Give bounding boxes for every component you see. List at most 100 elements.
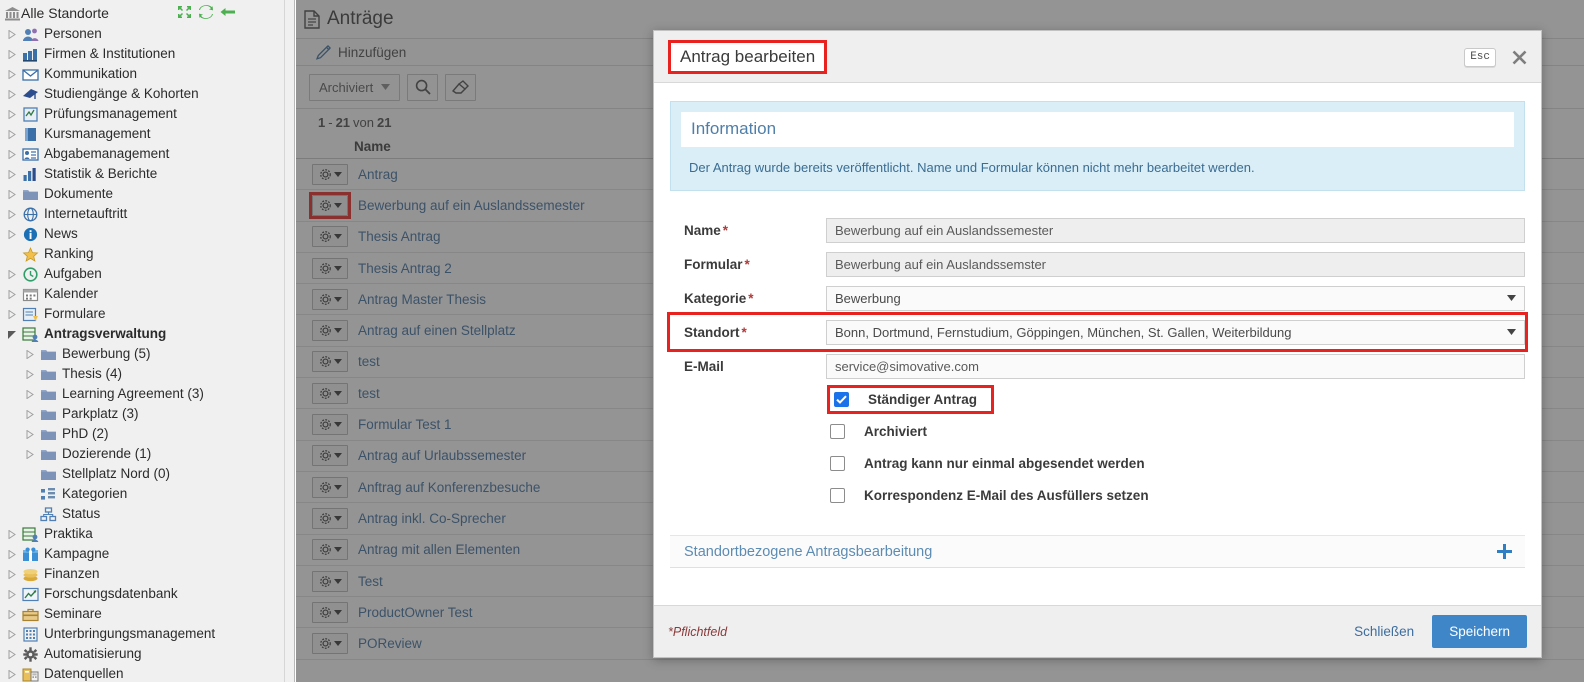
sidebar-item-personen[interactable]: Personen [0, 24, 284, 44]
row-name-link[interactable]: Antrag Master Thesis [358, 292, 486, 307]
row-actions-menu[interactable] [312, 163, 348, 185]
sidebar-item-kalender[interactable]: Kalender [0, 284, 284, 304]
row-gear-button[interactable] [312, 476, 348, 498]
row-actions-menu[interactable] [312, 382, 348, 404]
sidebar-root-item[interactable]: Alle Standorte [0, 2, 284, 24]
row-gear-button[interactable] [312, 633, 348, 655]
close-icon[interactable] [1512, 50, 1527, 65]
row-actions-menu[interactable] [312, 257, 348, 279]
chevron-right-icon[interactable] [4, 129, 20, 139]
chevron-right-icon[interactable] [22, 369, 38, 379]
row-actions-menu[interactable] [312, 226, 348, 248]
archived-filter-dropdown[interactable]: Archiviert [309, 73, 401, 101]
checkbox-korrespondenz-e-mail-des-ausf-llers-setzen[interactable]: Korrespondenz E-Mail des Ausfüllers setz… [830, 487, 1149, 503]
clear-filter-button[interactable] [445, 73, 477, 101]
sidebar-item-unterbringungsmanagement[interactable]: Unterbringungsmanagement [0, 624, 284, 644]
sidebar-item-kategorien[interactable]: Kategorien [0, 484, 284, 504]
sidebar-item-forschungsdatenbank[interactable]: Forschungsdatenbank [0, 584, 284, 604]
chevron-right-icon[interactable] [22, 429, 38, 439]
field-select[interactable]: Bonn, Dortmund, Fernstudium, Göppingen, … [826, 319, 1525, 345]
chevron-down-icon[interactable] [4, 330, 20, 339]
row-actions-menu[interactable] [312, 288, 348, 310]
chevron-right-icon[interactable] [4, 589, 20, 599]
sidebar-item-automatisierung[interactable]: Automatisierung [0, 644, 284, 664]
sidebar-item-news[interactable]: News [0, 224, 284, 244]
row-gear-button[interactable] [312, 445, 348, 467]
sidebar-item-kursmanagement[interactable]: Kursmanagement [0, 124, 284, 144]
row-actions-menu[interactable] [312, 570, 348, 592]
chevron-right-icon[interactable] [4, 209, 20, 219]
sidebar-item-pr-fungsmanagement[interactable]: Prüfungsmanagement [0, 104, 284, 124]
checkbox-checked-icon[interactable] [834, 391, 849, 407]
chevron-right-icon[interactable] [4, 89, 20, 99]
sidebar-item-internetauftritt[interactable]: Internetauftritt [0, 204, 284, 224]
row-gear-button[interactable] [312, 194, 348, 216]
refresh-icon[interactable] [198, 5, 214, 19]
row-actions-menu[interactable] [312, 445, 348, 467]
row-name-link[interactable]: Antrag [358, 167, 398, 182]
row-actions-menu[interactable] [312, 539, 348, 561]
row-gear-button[interactable] [312, 351, 348, 373]
chevron-right-icon[interactable] [4, 529, 20, 539]
row-gear-button[interactable] [312, 288, 348, 310]
row-name-link[interactable]: test [358, 386, 380, 401]
sidebar-item-stellplatz-nord-0[interactable]: Stellplatz Nord (0) [0, 464, 284, 484]
back-arrow-icon[interactable] [220, 6, 236, 18]
row-name-link[interactable]: test [358, 354, 380, 369]
row-actions-menu[interactable] [312, 351, 348, 373]
row-gear-button[interactable] [312, 382, 348, 404]
row-name-link[interactable]: POReview [358, 636, 422, 651]
search-button[interactable] [407, 73, 439, 101]
sidebar-item-firmen-institutionen[interactable]: Firmen & Institutionen [0, 44, 284, 64]
checkbox-antrag-kann-nur-einmal-abgesendet-werden[interactable]: Antrag kann nur einmal abgesendet werden [830, 455, 1145, 471]
chevron-right-icon[interactable] [4, 269, 20, 279]
sidebar-item-seminare[interactable]: Seminare [0, 604, 284, 624]
row-name-link[interactable]: ProductOwner Test [358, 605, 473, 620]
chevron-right-icon[interactable] [22, 389, 38, 399]
chevron-right-icon[interactable] [4, 629, 20, 639]
sidebar-item-kommunikation[interactable]: Kommunikation [0, 64, 284, 84]
row-name-link[interactable]: Formular Test 1 [358, 417, 452, 432]
row-name-link[interactable]: Test [358, 574, 383, 589]
chevron-right-icon[interactable] [4, 609, 20, 619]
row-actions-menu[interactable] [312, 507, 348, 529]
checkbox-archiviert[interactable]: Archiviert [830, 423, 927, 439]
sidebar-item-thesis-4[interactable]: Thesis (4) [0, 364, 284, 384]
chevron-right-icon[interactable] [4, 189, 20, 199]
sidebar-item-kampagne[interactable]: Kampagne [0, 544, 284, 564]
sidebar-item-datenquellen[interactable]: Datenquellen [0, 664, 284, 682]
chevron-right-icon[interactable] [4, 229, 20, 239]
row-actions-menu[interactable] [312, 601, 348, 623]
plus-icon[interactable] [1496, 543, 1513, 560]
row-name-link[interactable]: Antrag inkl. Co-Sprecher [358, 511, 506, 526]
chevron-right-icon[interactable] [4, 109, 20, 119]
location-processing-accordion[interactable]: Standortbezogene Antragsbearbeitung [670, 535, 1525, 568]
sidebar-scrollbar[interactable] [284, 0, 295, 682]
row-name-link[interactable]: Thesis Antrag 2 [358, 261, 452, 276]
chevron-right-icon[interactable] [4, 289, 20, 299]
sidebar-item-aufgaben[interactable]: Aufgaben [0, 264, 284, 284]
row-actions-menu-highlighted[interactable] [309, 191, 351, 219]
checkbox-unchecked-icon[interactable] [830, 423, 845, 439]
sidebar-item-phd-2[interactable]: PhD (2) [0, 424, 284, 444]
row-gear-button[interactable] [312, 320, 348, 342]
row-name-link[interactable]: Antrag mit allen Elementen [358, 542, 520, 557]
row-gear-button[interactable] [312, 539, 348, 561]
sidebar-item-bewerbung-5[interactable]: Bewerbung (5) [0, 344, 284, 364]
sidebar-item-abgabemanagement[interactable]: Abgabemanagement [0, 144, 284, 164]
row-gear-button[interactable] [312, 507, 348, 529]
chevron-right-icon[interactable] [4, 569, 20, 579]
row-gear-button[interactable] [312, 414, 348, 436]
chevron-right-icon[interactable] [4, 69, 20, 79]
sidebar-item-learning-agreement-3[interactable]: Learning Agreement (3) [0, 384, 284, 404]
chevron-right-icon[interactable] [22, 449, 38, 459]
collapse-all-icon[interactable] [177, 5, 192, 19]
sidebar-item-formulare[interactable]: Formulare [0, 304, 284, 324]
row-gear-button[interactable] [312, 601, 348, 623]
row-actions-menu[interactable] [312, 320, 348, 342]
row-gear-button[interactable] [312, 570, 348, 592]
sidebar-item-ranking[interactable]: Ranking [0, 244, 284, 264]
chevron-right-icon[interactable] [4, 29, 20, 39]
sidebar-item-dokumente[interactable]: Dokumente [0, 184, 284, 204]
sidebar-item-dozierende-1[interactable]: Dozierende (1) [0, 444, 284, 464]
